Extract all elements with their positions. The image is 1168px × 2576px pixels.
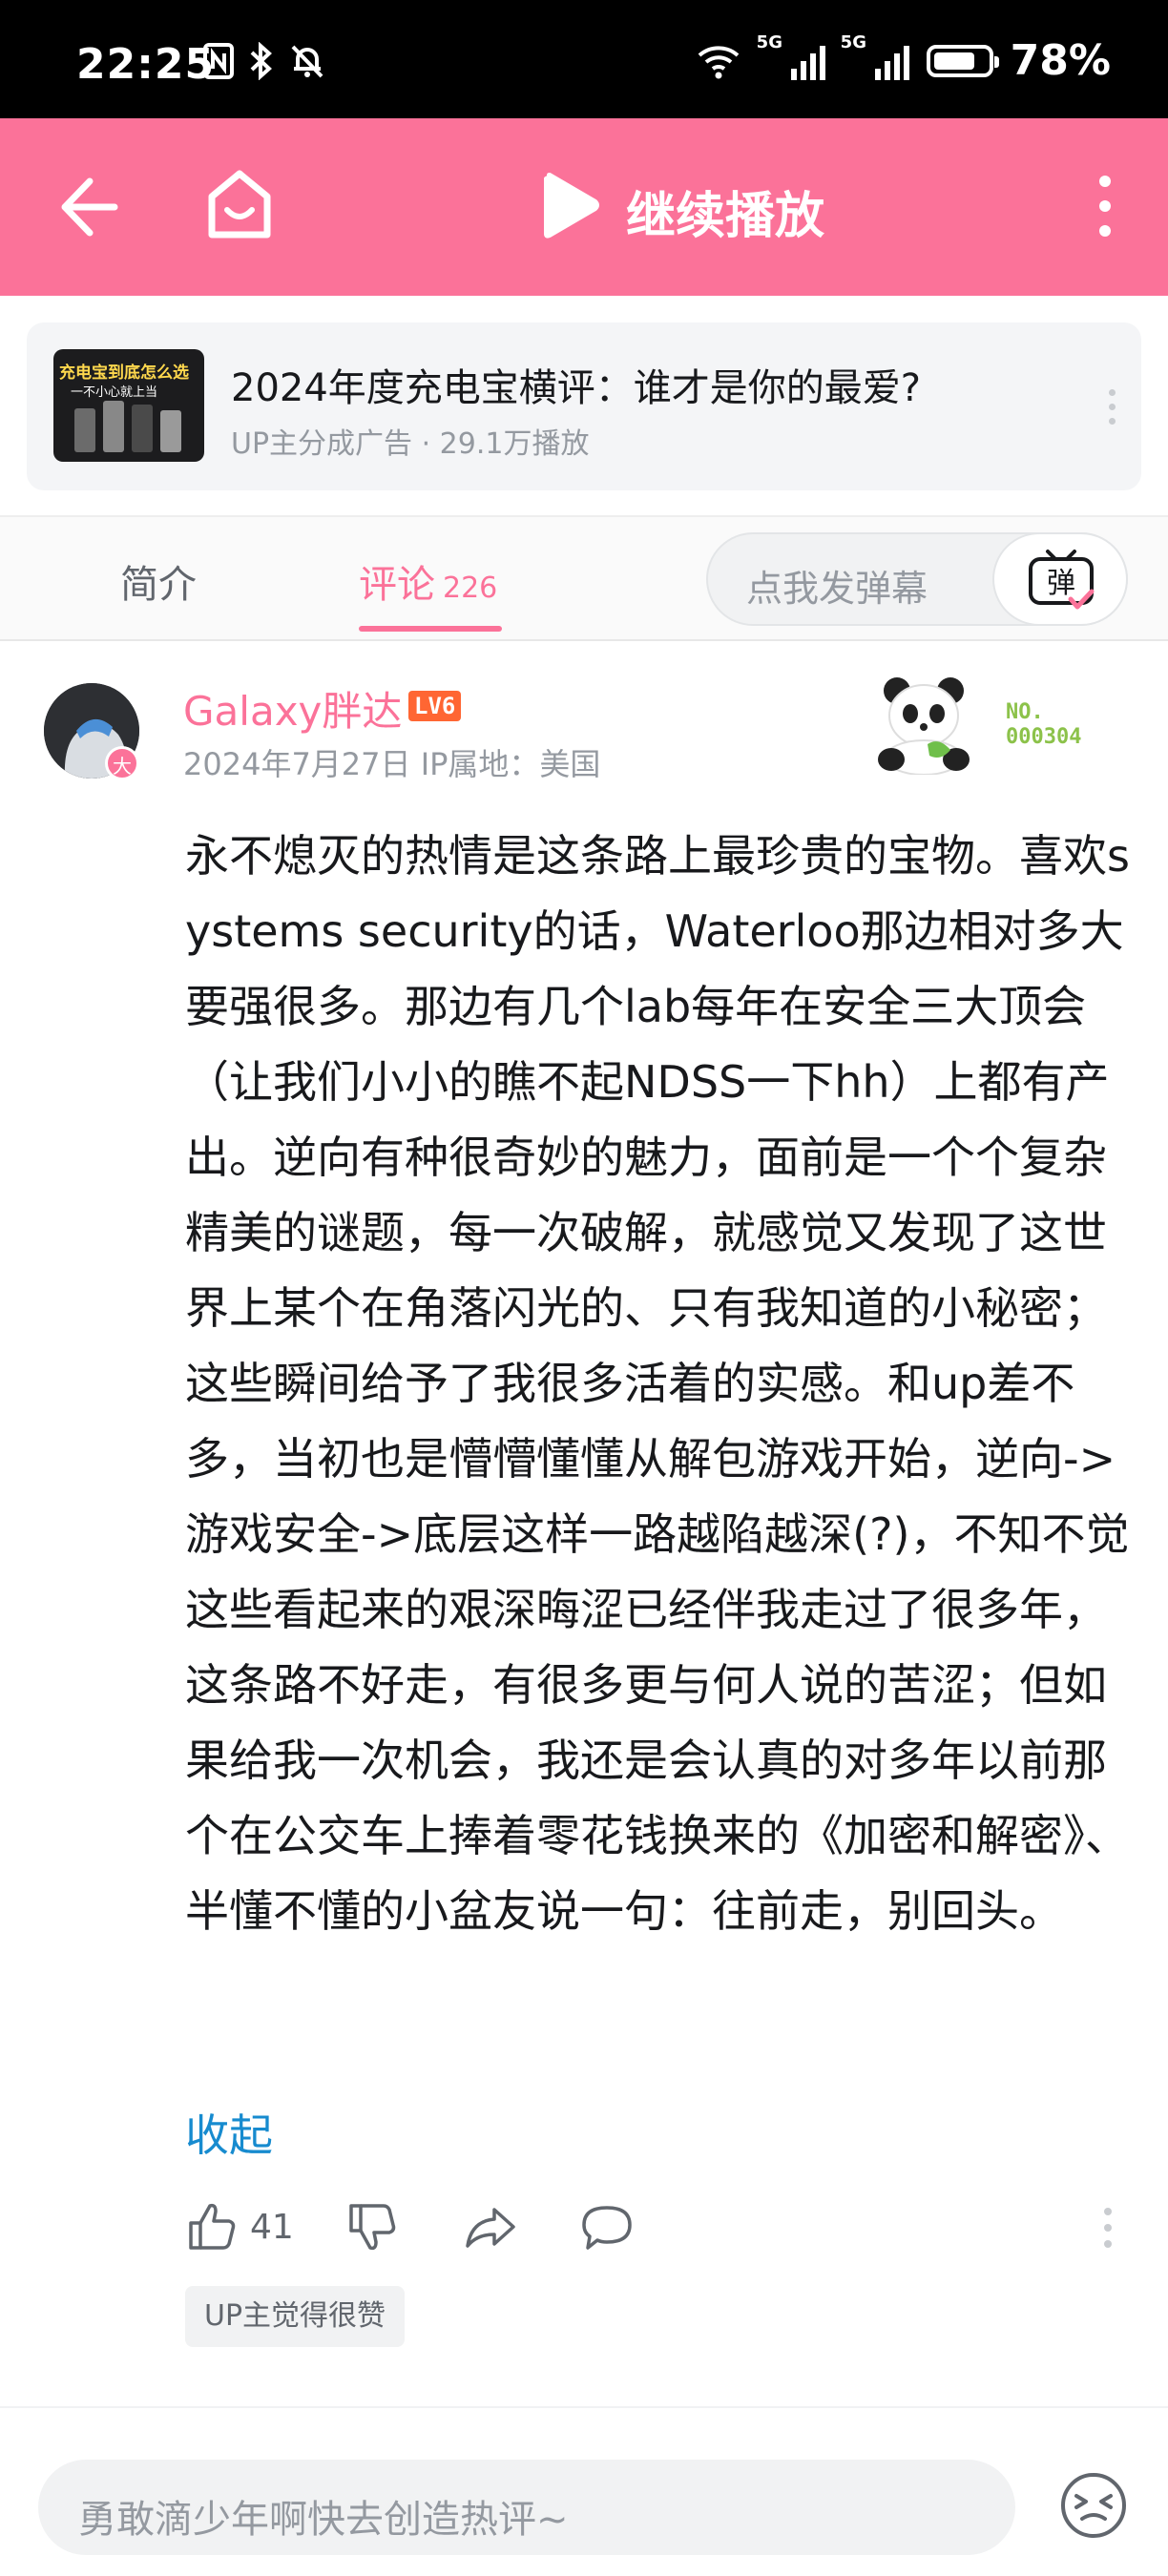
comment-input-placeholder: 勇敢滴少年啊快去创造热评~ <box>78 2498 569 2542</box>
signal-icon-1: 5G <box>757 32 825 80</box>
avatar-badge: 大 <box>105 746 139 780</box>
reply-comment-icon[interactable] <box>580 2200 634 2254</box>
dislike-thumb-down-icon[interactable] <box>345 2200 399 2254</box>
video-header-bar: 继续播放 <box>0 118 1168 296</box>
status-bar: 22:25 5G 5G 78% <box>0 0 1168 118</box>
danmaku-tv-icon: 弹 <box>1029 550 1095 610</box>
comment-actions: 41 <box>185 2200 1139 2257</box>
back-arrow-icon[interactable] <box>59 174 120 240</box>
tab-comments[interactable]: 评论 226 <box>359 553 497 609</box>
comment-meta: 2024年7月27日 IP属地：美国 <box>183 746 601 782</box>
emoji-icon[interactable] <box>1059 2471 1128 2540</box>
svg-text:弹: 弹 <box>1047 567 1075 600</box>
danmaku-input[interactable]: 点我发弹幕 弹 <box>706 532 1128 626</box>
ad-more-icon[interactable] <box>1107 389 1116 432</box>
fan-number-badge: NO. 000304 <box>1006 700 1081 750</box>
collapse-link[interactable]: 收起 <box>185 2101 273 2164</box>
tab-intro[interactable]: 简介 <box>120 553 197 609</box>
divider <box>0 2406 1168 2408</box>
battery-percent: 78% <box>1010 36 1111 85</box>
bottom-comment-bar: 勇敢滴少年啊快去创造热评~ <box>0 2439 1168 2576</box>
tab-comments-count: 226 <box>443 571 498 605</box>
more-options-icon[interactable] <box>1095 176 1115 239</box>
home-icon[interactable] <box>204 168 275 242</box>
like-count: 41 <box>250 2208 294 2247</box>
like-thumb-up-icon[interactable] <box>185 2200 239 2254</box>
comment-more-icon[interactable] <box>1103 2208 1113 2256</box>
tab-bar: 简介 评论 226 点我发弹幕 弹 <box>0 515 1168 641</box>
tab-comments-label: 评论 <box>359 563 435 607</box>
danmaku-placeholder: 点我发弹幕 <box>746 568 928 610</box>
up-liked-tag: UP主觉得很赞 <box>185 2286 406 2347</box>
ad-subtitle: UP主分成广告 · 29.1万播放 <box>231 427 590 461</box>
mute-bell-icon <box>291 45 323 78</box>
ad-thumb-caption: 充电宝到底怎么选 <box>59 364 189 383</box>
ad-thumbnail[interactable]: 充电宝到底怎么选 一不小心就上当 <box>53 349 204 462</box>
comment-input[interactable]: 勇敢滴少年啊快去创造热评~ <box>38 2460 1015 2555</box>
share-icon[interactable] <box>464 2200 517 2254</box>
ad-title[interactable]: 2024年度充电宝横评：谁才是你的最爱? <box>231 357 921 412</box>
ad-thumb-subcaption: 一不小心就上当 <box>71 385 158 400</box>
level-badge: LV6 <box>408 691 462 721</box>
battery-icon <box>926 44 999 77</box>
bluetooth-icon <box>250 42 272 80</box>
status-right-icons: 5G 5G 78% <box>696 32 1111 85</box>
continue-play-button[interactable]: 继续播放 <box>626 176 824 247</box>
danmaku-toggle-button[interactable]: 弹 <box>992 532 1128 626</box>
comment-content: 永不熄灭的热情是这条路上最珍贵的宝物。喜欢systems security的话，… <box>185 830 1130 1937</box>
play-icon[interactable] <box>542 171 601 239</box>
fan-label: NO. <box>1006 700 1044 724</box>
comment-username[interactable]: Galaxy胖达 <box>183 679 402 737</box>
fan-number: 000304 <box>1006 725 1082 749</box>
ad-card[interactable]: 充电宝到底怎么选 一不小心就上当 2024年度充电宝横评：谁才是你的最爱? UP… <box>27 322 1141 490</box>
signal-icon-2: 5G <box>841 32 909 80</box>
tab-active-indicator <box>359 626 502 632</box>
wifi-icon <box>698 45 740 78</box>
fan-badge-panda-icon <box>878 677 970 775</box>
status-left-icons <box>202 42 326 80</box>
status-time: 22:25 <box>76 40 216 89</box>
nfc-icon <box>203 43 234 79</box>
